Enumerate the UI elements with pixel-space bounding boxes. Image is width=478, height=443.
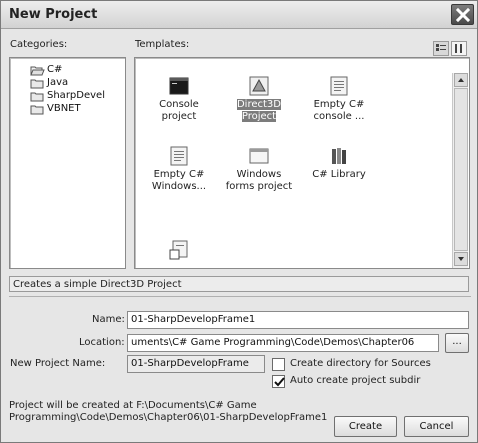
template-empty-csharp-console[interactable]: Empty C# console ... (299, 76, 379, 138)
close-button[interactable] (451, 4, 474, 25)
project-path-note: Project will be created at F:\Documents\… (9, 400, 328, 423)
title-bar[interactable]: New Project (1, 1, 477, 29)
checkmark-icon (274, 377, 285, 387)
template-empty-csharp-windows[interactable]: Empty C# Windows... (139, 146, 219, 208)
template-partial[interactable] (139, 226, 219, 266)
open-folder-icon (30, 66, 45, 76)
template-label: C# Library (312, 169, 366, 180)
folder-icon (30, 79, 44, 89)
template-label-text: Direct3D Project (236, 99, 281, 122)
dialog-title: New Project (9, 7, 98, 22)
name-label: Name: (92, 314, 125, 325)
template-description: Creates a simple Direct3D Project (9, 276, 469, 292)
create-directory-checkbox[interactable] (272, 358, 285, 371)
create-directory-label[interactable]: Create directory for Sources (290, 358, 431, 369)
location-input[interactable]: uments\C# Game Programming\Code\Demos\Ch… (127, 334, 439, 352)
template-csharp-library[interactable]: C# Library (299, 146, 379, 208)
templates-scrollbar[interactable] (452, 73, 468, 268)
list-view-button[interactable] (451, 41, 467, 56)
chevron-up-icon (458, 78, 464, 82)
empty-csharp-windows-icon (170, 146, 188, 166)
template-console-project[interactable]: Console project (139, 76, 219, 138)
category-label: Java (47, 77, 69, 88)
empty-csharp-console-icon (330, 76, 348, 96)
category-label: C# (47, 64, 63, 75)
categories-label: Categories: (10, 39, 68, 50)
scroll-thumb[interactable] (454, 88, 468, 251)
templates-label: Templates: (135, 39, 190, 50)
template-label: Direct3D Project (219, 99, 299, 123)
category-label: SharpDevel (47, 90, 105, 101)
new-project-name-label: New Project Name: (10, 358, 106, 369)
windows-forms-icon (249, 148, 269, 164)
template-label: Console project (159, 99, 199, 122)
chevron-down-icon (458, 257, 464, 261)
new-project-name-input[interactable]: 01-SharpDevelopFrame (127, 355, 265, 373)
scroll-up-button[interactable] (454, 73, 468, 87)
list-icon (455, 44, 462, 53)
close-icon (456, 8, 470, 22)
category-label: VBNET (47, 103, 81, 114)
template-label: Empty C# Windows... (151, 169, 207, 192)
auto-create-subdir-label[interactable]: Auto create project subdir (290, 375, 420, 386)
name-input[interactable]: 01-SharpDevelopFrame1 (127, 311, 469, 329)
csharp-library-icon (332, 148, 346, 164)
template-windows-forms-project[interactable]: Windows forms project (219, 146, 299, 208)
direct3d-project-icon (249, 76, 269, 96)
location-label: Location: (79, 337, 125, 348)
template-label: Windows forms project (225, 169, 293, 192)
scroll-down-button[interactable] (454, 252, 468, 266)
cancel-button[interactable]: Cancel (404, 416, 469, 437)
folder-icon (30, 92, 44, 102)
create-button[interactable]: Create (334, 416, 397, 437)
template-direct3d-project[interactable]: Direct3D Project (219, 76, 299, 138)
templates-list[interactable]: Console project Direct3D Project Empty C… (134, 57, 470, 269)
browse-button[interactable]: ... (445, 333, 469, 353)
auto-create-subdir-checkbox[interactable] (272, 375, 285, 388)
large-icons-icon (436, 44, 446, 51)
console-project-icon (169, 77, 189, 95)
categories-tree[interactable]: C# Java SharpDevel VBNET (9, 57, 126, 269)
large-icons-view-button[interactable] (433, 41, 449, 56)
new-project-dialog: New Project Categories: Templates: C# Ja… (0, 0, 478, 443)
template-label: Empty C# console ... (313, 99, 365, 122)
divider (9, 296, 471, 297)
partial-template-icon (169, 240, 188, 260)
folder-icon (30, 105, 44, 115)
